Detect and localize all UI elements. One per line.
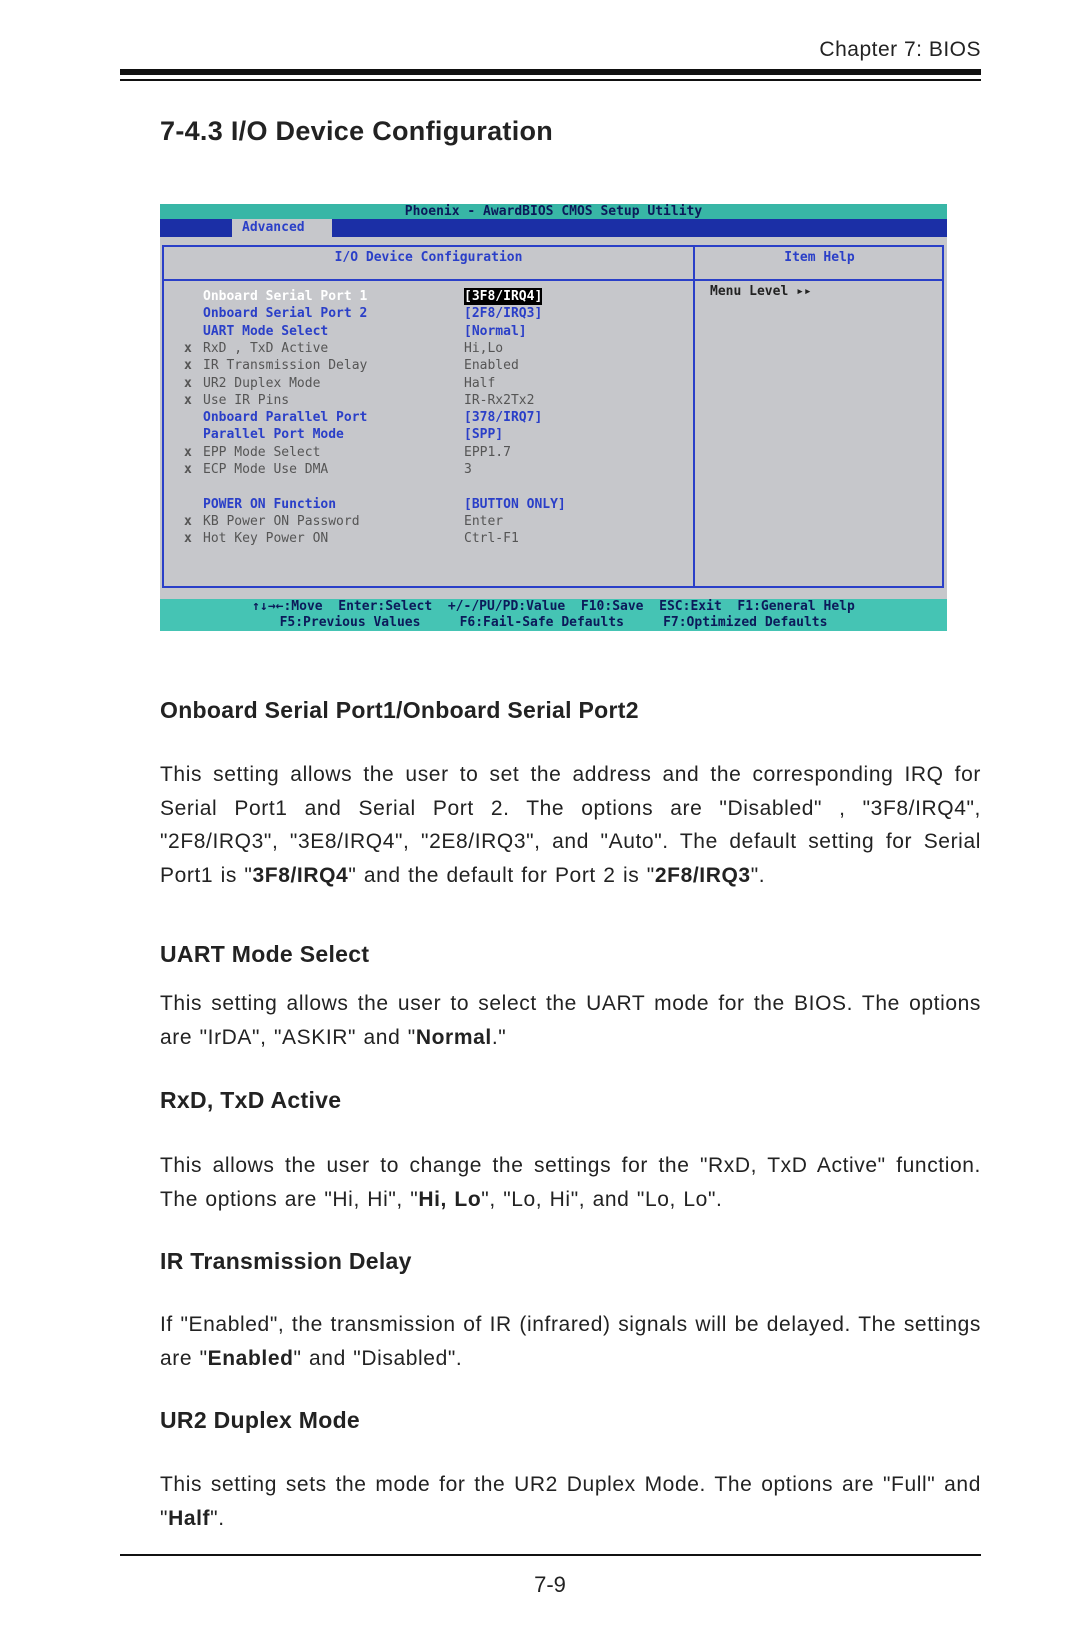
header-rule: [120, 69, 981, 75]
body-text: ".: [210, 1506, 225, 1530]
setting-label: Parallel Port Mode: [203, 427, 344, 443]
subsection-body: This setting allows the user to set the …: [160, 758, 981, 892]
setting-label: UR2 Duplex Mode: [203, 375, 321, 391]
bios-setting-row[interactable]: Onboard Parallel Port [378/IRQ7]: [160, 409, 690, 426]
setting-value[interactable]: [2F8/IRQ3]: [464, 305, 542, 322]
bios-setting-row[interactable]: Onboard Serial Port 1 [3F8/IRQ4]: [160, 288, 690, 305]
key-legend-line-1: ↑↓→←:Move Enter:Select +/-/PU/PD:Value F…: [252, 599, 855, 614]
disabled-mark-icon: x: [184, 531, 192, 547]
subsection-heading: RxD, TxD Active: [160, 1087, 342, 1113]
bios-setting-row[interactable]: Parallel Port Mode [SPP]: [160, 426, 690, 443]
bios-setting-row[interactable]: Onboard Serial Port 2 [2F8/IRQ3]: [160, 305, 690, 322]
default-value: Normal: [415, 1025, 492, 1049]
body-text: This setting sets the mode for the UR2 D…: [160, 1473, 981, 1530]
disabled-mark-icon: x: [184, 462, 192, 477]
bios-setting-row: x KB Power ON Password Enter: [160, 513, 690, 530]
disabled-mark-icon: x: [184, 375, 192, 391]
setting-value: Enabled: [464, 358, 519, 374]
default-value: 2F8/IRQ3: [654, 863, 751, 887]
setting-label: KB Power ON Password: [203, 513, 360, 529]
header-rule-thin: [120, 79, 981, 81]
subsection-body: This allows the user to change the setti…: [160, 1149, 981, 1216]
subsection-heading: UART Mode Select: [160, 941, 370, 967]
bios-setting-row[interactable]: UART Mode Select [Normal]: [160, 323, 690, 340]
footer-rule: [120, 1554, 981, 1556]
bios-setting-row[interactable]: POWER ON Function [BUTTON ONLY]: [160, 496, 690, 513]
setting-label: IR Transmission Delay: [203, 358, 368, 374]
body-text: .": [491, 1025, 507, 1049]
body-text: " and the default for Port 2 is ": [348, 863, 655, 887]
setting-label: Onboard Parallel Port: [203, 410, 368, 426]
default-value: Hi, Lo: [418, 1187, 482, 1211]
setting-label: ECP Mode Use DMA: [203, 462, 329, 477]
disabled-mark-icon: x: [184, 513, 192, 529]
disabled-mark-icon: x: [184, 392, 192, 408]
bios-setting-row: x UR2 Duplex Mode Half: [160, 375, 690, 392]
setting-label: EPP Mode Select: [203, 444, 321, 460]
subsection-heading: Onboard Serial Port1/Onboard Serial Port…: [160, 697, 639, 723]
disabled-mark-icon: x: [184, 358, 192, 374]
setting-label: Onboard Serial Port 1: [203, 289, 368, 304]
setting-value: Half: [464, 375, 496, 391]
setting-label: Onboard Serial Port 2: [203, 306, 368, 322]
disabled-mark-icon: x: [184, 340, 192, 356]
bios-setting-row: x ECP Mode Use DMA 3: [160, 461, 690, 478]
subsection-body: This setting allows the user to select t…: [160, 987, 981, 1054]
subsection-heading: IR Transmission Delay: [160, 1248, 412, 1274]
section-title: 7-4.3 I/O Device Configuration: [160, 116, 554, 146]
setting-label: UART Mode Select: [203, 323, 329, 339]
setting-value[interactable]: [Normal]: [464, 323, 527, 340]
setting-value: 3: [464, 462, 472, 477]
setting-value: IR-Rx2Tx2: [464, 392, 535, 408]
default-value: 3F8/IRQ4: [252, 863, 349, 887]
subsection-body: This setting sets the mode for the UR2 D…: [160, 1468, 981, 1535]
disabled-mark-icon: x: [184, 444, 192, 460]
setting-value: Hi,Lo: [464, 340, 504, 356]
setting-label: Hot Key Power ON: [203, 531, 329, 547]
setting-value[interactable]: [378/IRQ7]: [464, 409, 542, 426]
setting-value: Ctrl-F1: [464, 531, 519, 547]
chapter-header: Chapter 7: BIOS: [819, 38, 981, 61]
panel-title: I/O Device Configuration: [334, 250, 523, 265]
body-text: ".: [750, 863, 766, 887]
setting-label: Use IR Pins: [203, 392, 290, 408]
subsection-body: If "Enabled", the transmission of IR (in…: [160, 1308, 981, 1375]
bios-setting-row: x IR Transmission Delay Enabled: [160, 357, 690, 374]
body-text: ", "Lo, Hi", and "Lo, Lo".: [481, 1187, 723, 1211]
help-title: Item Help: [784, 250, 855, 265]
setting-value[interactable]: [BUTTON ONLY]: [464, 496, 566, 513]
bios-setting-row: x Hot Key Power ON Ctrl-F1: [160, 530, 690, 547]
bios-title-bar: Phoenix - AwardBIOS CMOS Setup Utility: [160, 204, 947, 219]
body-text: This setting allows the user to select t…: [160, 992, 981, 1049]
setting-label: POWER ON Function: [203, 496, 337, 512]
manual-page: Chapter 7: BIOS 7-4.3 I/O Device Configu…: [0, 0, 1080, 1650]
bios-key-legend: ↑↓→←:Move Enter:Select +/-/PU/PD:Value F…: [160, 599, 947, 631]
setting-value[interactable]: [3F8/IRQ4]: [464, 288, 543, 305]
tab-advanced[interactable]: Advanced: [232, 219, 332, 237]
setting-value: EPP1.7: [464, 444, 511, 460]
default-value: Half: [168, 1506, 211, 1530]
setting-label: RxD , TxD Active: [203, 340, 329, 356]
bios-setting-row: x RxD , TxD Active Hi,Lo: [160, 340, 690, 357]
bios-screenshot: Phoenix - AwardBIOS CMOS Setup Utility A…: [160, 204, 947, 631]
subsection-heading: UR2 Duplex Mode: [160, 1407, 361, 1433]
body-text: " and "Disabled".: [293, 1346, 463, 1370]
bios-setting-row: x Use IR Pins IR-Rx2Tx2: [160, 392, 690, 409]
bios-setting-row: x EPP Mode Select EPP1.7: [160, 444, 690, 461]
menu-level: Menu Level ▸▸: [710, 284, 812, 299]
panel-divider: [162, 279, 944, 281]
page-number: 7-9: [534, 1572, 566, 1597]
setting-value: Enter: [464, 513, 504, 529]
default-value: Enabled: [207, 1346, 294, 1370]
setting-value[interactable]: [SPP]: [464, 426, 503, 443]
key-legend-line-2: F5:Previous Values F6:Fail-Safe Defaults…: [279, 615, 828, 630]
